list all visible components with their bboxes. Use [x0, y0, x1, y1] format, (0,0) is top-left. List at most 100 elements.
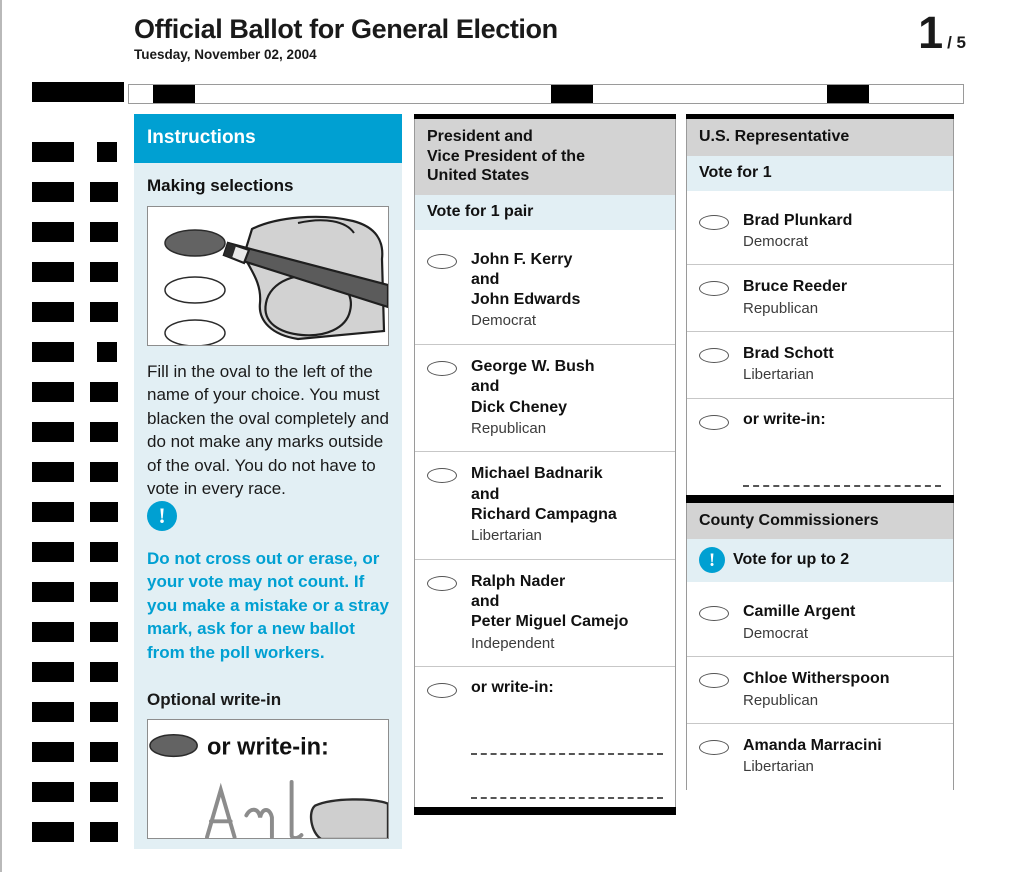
vote-oval[interactable] [699, 214, 729, 230]
contest-title-us-representative: U.S. Representative [687, 119, 953, 156]
candidate-conjunction: and [471, 270, 500, 288]
contest-county-commissioners: County Commissioners ! Vote for up to 2 … [686, 502, 954, 790]
contest-bottom-rule [686, 494, 954, 503]
timing-mark [97, 142, 117, 162]
making-selections-title: Making selections [147, 176, 294, 195]
vote-oval[interactable] [699, 740, 729, 756]
vote-oval[interactable] [699, 281, 729, 297]
candidate-option[interactable]: Brad Plunkard Democrat [687, 197, 953, 265]
fill-oval-illustration-icon [147, 206, 389, 346]
timing-mark [90, 182, 118, 202]
contest-title-line: County Commissioners [699, 511, 879, 529]
vote-oval[interactable] [699, 673, 729, 689]
vote-oval[interactable] [427, 468, 457, 484]
timing-mark [32, 822, 74, 842]
writein-line[interactable] [471, 711, 663, 756]
page-number: 1 [918, 7, 944, 58]
timing-mark [32, 302, 74, 322]
running-mate-name: Dick Cheney [471, 398, 568, 416]
timing-mark [32, 542, 74, 562]
writein-label: or write-in: [743, 410, 826, 428]
candidate-list-us-representative: Brad Plunkard Democrat Bruce Reeder Repu… [687, 190, 953, 495]
contest-title-line: United States [427, 167, 530, 185]
contest-title-president: President and Vice President of the Unit… [415, 119, 675, 195]
vote-oval[interactable] [699, 414, 729, 430]
timing-mark [32, 462, 74, 482]
vote-oval[interactable] [427, 683, 457, 699]
timing-mark [90, 622, 118, 642]
writein-example-illustration-icon: or write-in: [148, 720, 388, 838]
timing-mark-column [0, 0, 124, 872]
page-indicator: 1 / 5 [918, 10, 966, 55]
candidate-party: Democrat [471, 312, 537, 330]
candidate-party: Democrat [743, 624, 809, 642]
instructions-body: Making selections Fill in the oval to th… [134, 163, 402, 680]
writein-line[interactable] [471, 755, 663, 800]
registration-block [827, 85, 869, 103]
contest-title-county-commissioners: County Commissioners [687, 502, 953, 540]
timing-mark [32, 742, 74, 762]
timing-mark [32, 262, 74, 282]
timing-mark [90, 582, 118, 602]
optional-writein-title: Optional write-in [134, 679, 402, 719]
candidate-option[interactable]: Camille Argent Democrat [687, 588, 953, 656]
candidate-info: Chloe Witherspoon Republican [743, 669, 941, 710]
writein-entry-area[interactable] [687, 443, 953, 495]
timing-mark [32, 502, 74, 522]
candidate-option[interactable]: John F. Kerry and John Edwards Democrat [415, 236, 675, 344]
candidate-option[interactable]: Michael Badnarik and Richard Campagna Li… [415, 451, 675, 558]
timing-mark [90, 782, 118, 802]
candidate-info: Brad Schott Libertarian [743, 344, 941, 385]
registration-bar [128, 84, 964, 104]
timing-mark-header [32, 82, 124, 102]
writein-option[interactable]: or write-in: [415, 666, 675, 711]
vote-oval[interactable] [427, 360, 457, 376]
vote-oval[interactable] [427, 575, 457, 591]
candidate-info: John F. Kerry and John Edwards Democrat [471, 250, 663, 331]
vote-for-instruction-president: Vote for 1 pair [415, 194, 675, 230]
vote-oval[interactable] [427, 253, 457, 269]
president-contest-column: President and Vice President of the Unit… [414, 114, 676, 816]
timing-mark [32, 342, 74, 362]
writein-option[interactable]: or write-in: [687, 397, 953, 443]
candidate-option[interactable]: Amanda Marracini Libertarian [687, 723, 953, 790]
candidate-option[interactable]: Chloe Witherspoon Republican [687, 656, 953, 723]
candidate-list-county-commissioners: Camille Argent Democrat Chloe Witherspoo… [687, 582, 953, 790]
running-mate-name: John Edwards [471, 291, 581, 309]
candidate-name: Ralph Nader [471, 572, 566, 590]
candidate-name: Brad Schott [743, 345, 834, 363]
candidate-option[interactable]: Ralph Nader and Peter Miguel Camejo Inde… [415, 558, 675, 666]
candidate-option[interactable]: Brad Schott Libertarian [687, 331, 953, 398]
writein-line[interactable] [743, 443, 941, 487]
ballot-header: Official Ballot for General Election Tue… [134, 14, 1014, 76]
optional-writein-example: or write-in: [147, 718, 389, 839]
candidate-conjunction: and [471, 378, 500, 396]
timing-mark [90, 662, 118, 682]
candidate-list-president: John F. Kerry and John Edwards Democrat … [415, 229, 675, 808]
candidate-info: George W. Bush and Dick Cheney Republica… [471, 357, 663, 438]
vote-oval[interactable] [699, 606, 729, 622]
candidate-option[interactable]: Bruce Reeder Republican [687, 264, 953, 331]
registration-block [153, 85, 195, 103]
contest-title-line: U.S. Representative [699, 128, 850, 145]
instructions-warning: Do not cross out or erase, or your vote … [147, 548, 389, 662]
timing-mark [90, 742, 118, 762]
writein-label: or write-in: [471, 679, 554, 697]
candidate-party: Republican [743, 691, 819, 709]
timing-mark [32, 582, 74, 602]
timing-mark [90, 222, 118, 242]
vote-for-label: Vote for 1 pair [427, 202, 534, 220]
candidate-party: Libertarian [743, 758, 814, 776]
timing-mark [32, 182, 74, 202]
timing-mark [90, 502, 118, 522]
page-total: / 5 [947, 33, 966, 52]
writein-entry-area[interactable] [415, 711, 675, 807]
candidate-info: Bruce Reeder Republican [743, 277, 941, 318]
timing-mark [90, 462, 118, 482]
contest-bottom-rule [414, 807, 676, 816]
exclamation-circle-icon: ! [699, 547, 725, 574]
vote-oval[interactable] [699, 348, 729, 364]
vote-for-instruction-county-commissioners: ! Vote for up to 2 [687, 539, 953, 583]
candidate-option[interactable]: George W. Bush and Dick Cheney Republica… [415, 343, 675, 451]
writein-info: or write-in: [743, 411, 941, 429]
